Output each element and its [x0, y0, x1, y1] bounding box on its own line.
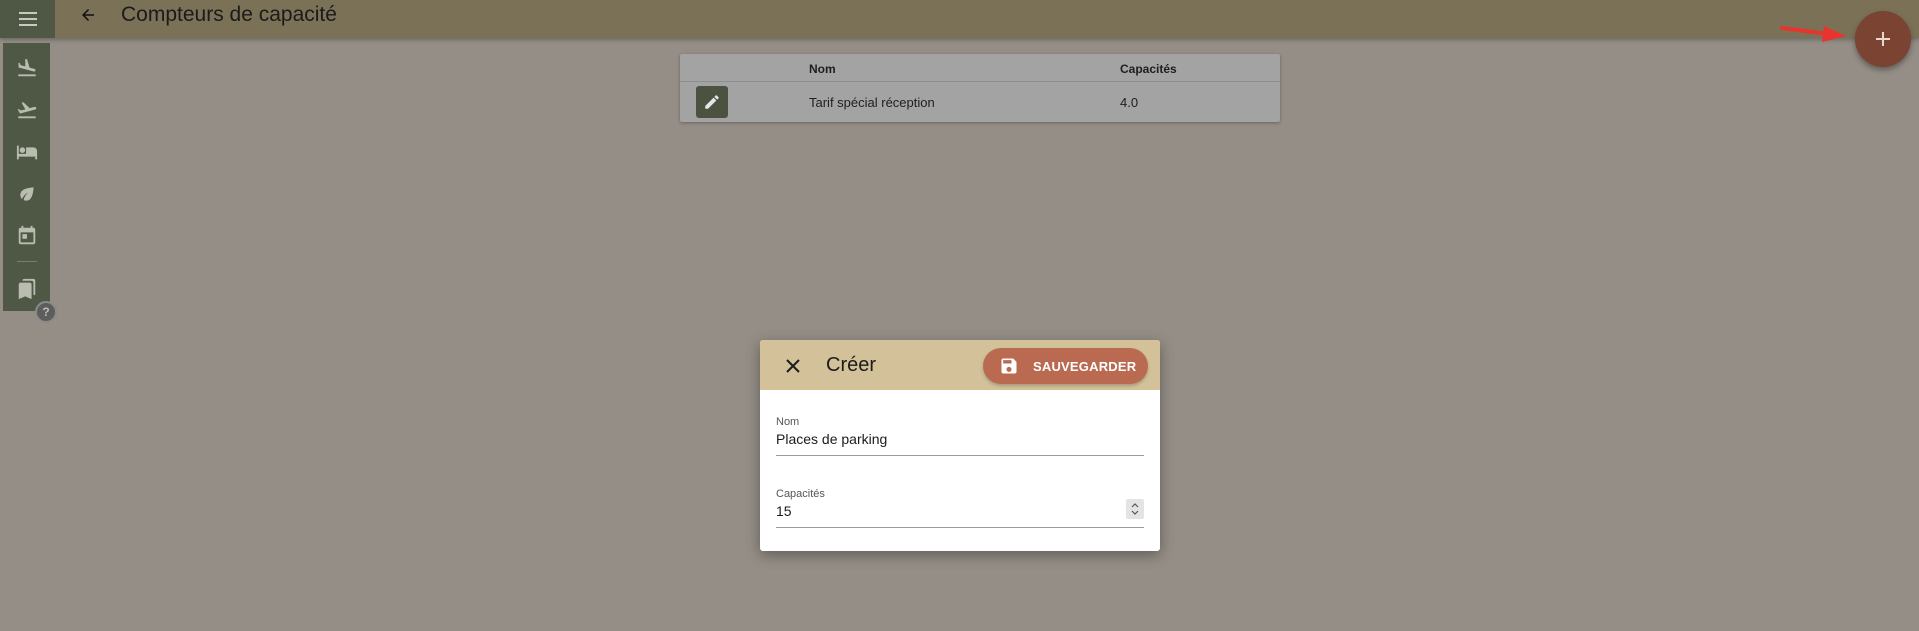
nom-field[interactable]: Nom Places de parking — [776, 416, 1144, 456]
back-button[interactable] — [72, 0, 104, 30]
stepper-arrows-icon — [1131, 503, 1139, 515]
save-button-label: SAUVEGARDER — [1033, 358, 1137, 374]
annotation-arrow-icon — [1780, 26, 1846, 42]
dialog-title: Créer — [826, 354, 877, 376]
capacites-input[interactable]: 15 — [776, 503, 1144, 523]
capacity-counters-table: Nom Capacités Tarif spécial réception 4.… — [680, 54, 1280, 122]
top-app-bar: Compteurs de capacité — [0, 0, 1919, 38]
nav-item-calendar[interactable] — [3, 215, 50, 257]
column-header-capacites[interactable]: Capacités — [1120, 62, 1177, 76]
capacites-stepper[interactable] — [1126, 499, 1144, 519]
calendar-icon — [18, 225, 35, 245]
save-icon — [1001, 358, 1017, 374]
add-button[interactable] — [1855, 11, 1911, 67]
leaf-icon — [19, 187, 34, 201]
flight-takeoff-icon — [17, 102, 36, 119]
nav-divider — [16, 261, 37, 262]
table-divider — [680, 81, 1280, 82]
capacites-field-label: Capacités — [776, 488, 825, 500]
edit-row-button[interactable] — [696, 86, 728, 118]
close-icon — [786, 359, 800, 373]
pencil-icon — [705, 95, 719, 109]
nav-item-arrivals[interactable] — [3, 47, 50, 89]
help-icon: ? — [42, 305, 50, 319]
capacites-field-underline — [776, 527, 1144, 528]
capacites-field[interactable]: Capacités 15 — [776, 488, 1144, 528]
flight-land-icon — [17, 58, 36, 77]
hamburger-menu-icon — [18, 12, 37, 26]
dialog-header: Créer SAUVEGARDER — [760, 340, 1160, 390]
save-button[interactable]: SAUVEGARDER — [983, 348, 1148, 384]
create-dialog: Créer SAUVEGARDER Nom Places de parking … — [760, 340, 1160, 551]
plus-icon — [1876, 32, 1890, 46]
bookmarks-icon — [18, 278, 35, 300]
table-cell-capacites: 4.0 — [1120, 95, 1139, 110]
nav-item-departures[interactable] — [3, 89, 50, 131]
nav-item-eco[interactable] — [3, 173, 50, 215]
menu-button[interactable] — [0, 0, 55, 38]
nom-field-underline — [776, 455, 1144, 456]
page-title: Compteurs de capacité — [121, 3, 337, 26]
nom-input[interactable]: Places de parking — [776, 431, 1144, 451]
side-navigation — [3, 43, 50, 311]
help-button[interactable]: ? — [35, 301, 57, 323]
arrow-back-icon — [82, 9, 94, 21]
table-cell-nom: Tarif spécial réception — [809, 95, 935, 110]
close-button[interactable] — [780, 353, 806, 379]
bed-icon — [16, 145, 37, 160]
nom-field-label: Nom — [776, 416, 800, 428]
column-header-nom[interactable]: Nom — [809, 62, 836, 76]
nav-item-hotel[interactable] — [3, 131, 50, 173]
